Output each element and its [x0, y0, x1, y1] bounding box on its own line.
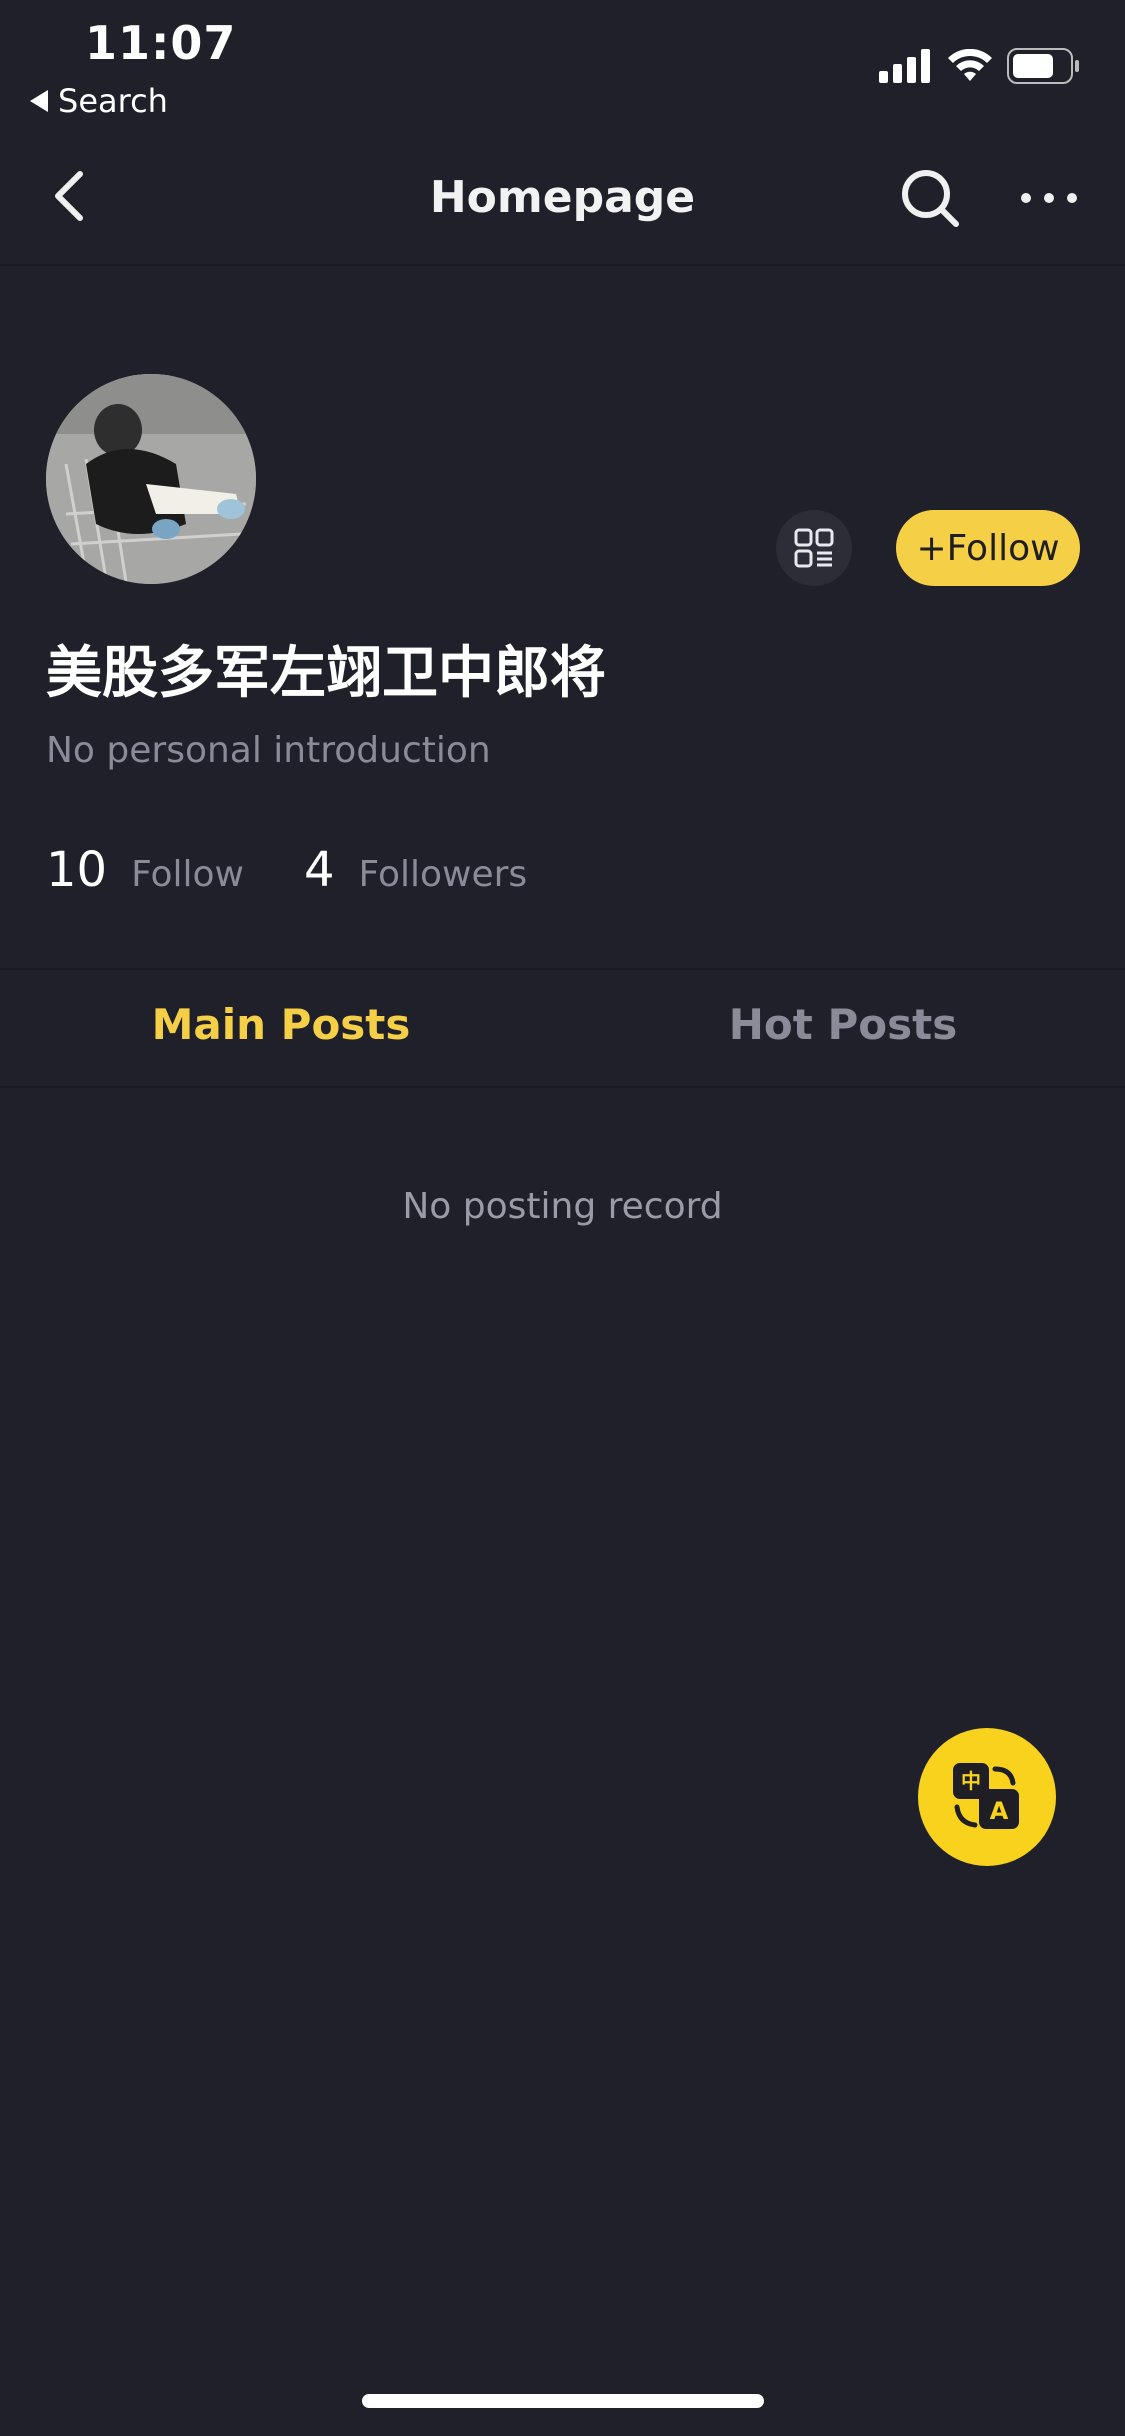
followers-count[interactable]: 4 [304, 842, 335, 898]
battery-icon [1007, 48, 1079, 84]
back-triangle-icon [30, 90, 48, 112]
avatar-photo [46, 374, 256, 584]
signal-icon [879, 49, 930, 83]
profile-intro: No personal introduction [46, 730, 491, 771]
nav-divider [0, 264, 1125, 266]
empty-state-message: No posting record [402, 1186, 723, 1227]
search-icon [902, 170, 959, 227]
translate-glyph-a: A [990, 1797, 1009, 1825]
tabs-top-divider [0, 968, 1125, 970]
tab-main-posts[interactable]: Main Posts [0, 1000, 562, 1049]
home-indicator [362, 2394, 764, 2408]
follow-label[interactable]: Follow [131, 854, 244, 895]
more-dots-icon [1021, 193, 1077, 203]
status-icons [879, 48, 1081, 84]
search-button[interactable] [900, 168, 960, 228]
translate-button[interactable]: 中 A [918, 1728, 1056, 1866]
translate-glyph-zh: 中 [961, 1769, 981, 1793]
profile-stats: 10 Follow 4 Followers [46, 842, 587, 898]
avatar[interactable] [46, 374, 256, 584]
status-time: 11:07 [85, 16, 237, 70]
tabs-bottom-divider [0, 1086, 1125, 1088]
back-to-search-link[interactable]: Search [30, 82, 168, 120]
follow-button[interactable]: +Follow [896, 510, 1080, 586]
profile-name: 美股多军左翊卫中郎将 [46, 641, 606, 706]
followers-label[interactable]: Followers [359, 854, 528, 895]
back-to-search-label: Search [58, 82, 168, 120]
translate-icon: 中 A [953, 1763, 1019, 1829]
tab-hot-posts[interactable]: Hot Posts [562, 1000, 1124, 1049]
qr-code-button[interactable] [776, 510, 852, 586]
more-options-button[interactable] [1018, 168, 1080, 228]
follow-count[interactable]: 10 [46, 842, 107, 898]
qr-code-icon [794, 528, 834, 568]
wifi-icon [948, 49, 992, 81]
